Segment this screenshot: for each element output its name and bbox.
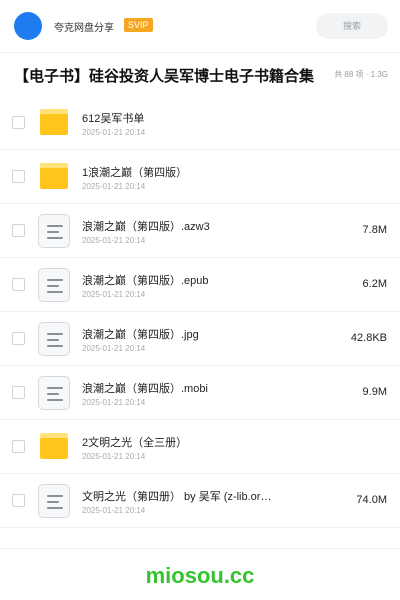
file-name[interactable]: 612吴军书单 — [82, 110, 144, 126]
file-date: 2025-01-21 20:14 — [82, 290, 146, 299]
file-size: 6.2M — [362, 278, 387, 290]
list-item[interactable]: 浪潮之巅（第四版）.jpg 2025-01-21 20:14 42.8KB — [0, 312, 400, 366]
select-checkbox[interactable] — [12, 116, 25, 129]
select-checkbox[interactable] — [12, 278, 25, 291]
file-name[interactable]: 1浪潮之巅（第四版） — [82, 164, 187, 180]
list-item[interactable]: 浪潮之巅（第四版）.azw3 2025-01-21 20:14 7.8M — [0, 204, 400, 258]
file-date: 2025-01-21 20:14 — [82, 236, 146, 245]
list-item[interactable]: 文明之光（第四册） by 吴军 (z-lib.or… 2025-01-21 20:… — [0, 474, 400, 528]
header: 夸克网盘分享 SVIP 搜索 — [0, 0, 400, 52]
select-checkbox[interactable] — [12, 332, 25, 345]
file-name[interactable]: 浪潮之巅（第四版）.jpg — [82, 326, 199, 342]
select-checkbox[interactable] — [12, 440, 25, 453]
document-icon — [38, 268, 70, 302]
document-icon — [38, 484, 70, 518]
document-icon — [38, 322, 70, 356]
share-meta: 共 88 项 · 1.3G — [334, 70, 388, 79]
select-checkbox[interactable] — [12, 386, 25, 399]
file-size: 74.0M — [356, 494, 387, 506]
list-item[interactable]: 612吴军书单 2025-01-21 20:14 — [0, 96, 400, 150]
file-size: 7.8M — [362, 224, 387, 236]
folder-icon — [40, 433, 68, 459]
file-name[interactable]: 浪潮之巅（第四版）.mobi — [82, 380, 208, 396]
list-item[interactable]: 浪潮之巅（第四版）.epub 2025-01-21 20:14 6.2M — [0, 258, 400, 312]
divider — [0, 548, 400, 549]
file-name[interactable]: 文明之光（第四册） by 吴军 (z-lib.or… — [82, 488, 271, 504]
document-icon — [38, 376, 70, 410]
select-checkbox[interactable] — [12, 224, 25, 237]
file-list: 612吴军书单 2025-01-21 20:14 1浪潮之巅（第四版） 2025-01… — [0, 96, 400, 528]
file-date: 2025-01-21 20:14 — [82, 344, 146, 353]
select-checkbox[interactable] — [12, 494, 25, 507]
brand-name: 夸克网盘分享 — [54, 23, 114, 34]
file-name[interactable]: 浪潮之巅（第四版）.epub — [82, 272, 209, 288]
list-item[interactable]: 浪潮之巅（第四版）.mobi 2025-01-21 20:14 9.9M — [0, 366, 400, 420]
file-date: 2025-01-21 20:14 — [82, 506, 146, 515]
document-icon — [38, 214, 70, 248]
file-date: 2025-01-21 20:14 — [82, 128, 146, 137]
file-size: 9.9M — [362, 386, 387, 398]
list-item[interactable]: 2文明之光（全三册） 2025-01-21 20:14 — [0, 420, 400, 474]
svip-badge: SVIP — [124, 18, 153, 32]
file-name[interactable]: 浪潮之巅（第四版）.azw3 — [82, 218, 210, 234]
share-title-row: 【电子书】硅谷投资人吴军博士电子书籍合集 共 88 项 · 1.3G — [0, 53, 400, 95]
folder-icon — [40, 163, 68, 189]
watermark: miosou.cc — [145, 563, 255, 588]
file-date: 2025-01-21 20:14 — [82, 398, 146, 407]
file-name[interactable]: 2文明之光（全三册） — [82, 434, 187, 450]
file-date: 2025-01-21 20:14 — [82, 452, 146, 461]
file-date: 2025-01-21 20:14 — [82, 182, 146, 191]
folder-icon — [40, 109, 68, 135]
search-input[interactable]: 搜索 — [316, 13, 388, 39]
list-item[interactable]: 1浪潮之巅（第四版） 2025-01-21 20:14 — [0, 150, 400, 204]
avatar[interactable] — [14, 12, 42, 40]
file-size: 42.8KB — [350, 332, 387, 344]
page-title: 【电子书】硅谷投资人吴军博士电子书籍合集 — [14, 68, 315, 85]
select-checkbox[interactable] — [12, 170, 25, 183]
